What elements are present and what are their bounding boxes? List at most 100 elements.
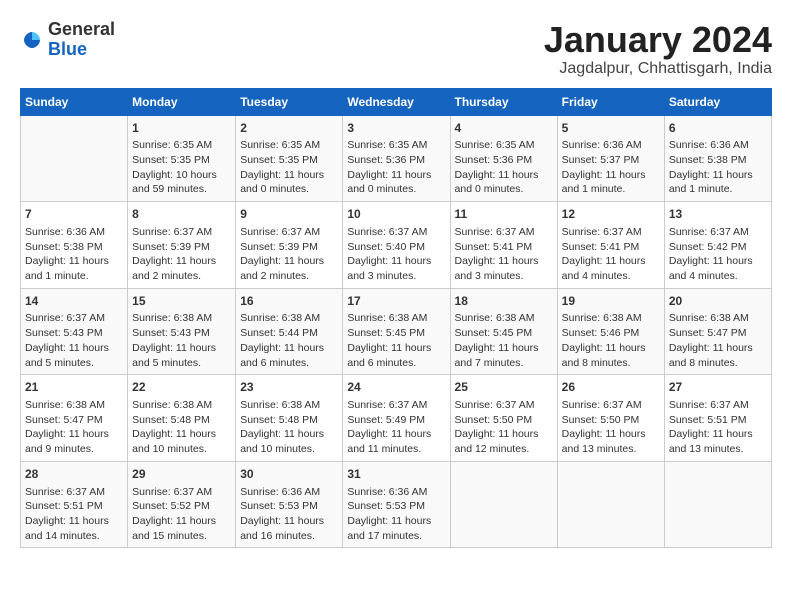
day-content: Sunrise: 6:38 AMSunset: 5:45 PMDaylight:… <box>455 311 553 370</box>
day-content: Sunrise: 6:37 AMSunset: 5:41 PMDaylight:… <box>562 225 660 284</box>
calendar-title: January 2024 <box>544 20 772 60</box>
week-row-1: 1Sunrise: 6:35 AMSunset: 5:35 PMDaylight… <box>21 115 772 202</box>
day-number: 20 <box>669 293 767 310</box>
calendar-cell <box>664 461 771 548</box>
calendar-cell: 20Sunrise: 6:38 AMSunset: 5:47 PMDayligh… <box>664 288 771 375</box>
day-content: Sunrise: 6:37 AMSunset: 5:50 PMDaylight:… <box>562 398 660 457</box>
day-number: 9 <box>240 206 338 223</box>
day-content: Sunrise: 6:38 AMSunset: 5:47 PMDaylight:… <box>25 398 123 457</box>
day-number: 10 <box>347 206 445 223</box>
day-content: Sunrise: 6:38 AMSunset: 5:43 PMDaylight:… <box>132 311 231 370</box>
day-number: 28 <box>25 466 123 483</box>
calendar-cell: 8Sunrise: 6:37 AMSunset: 5:39 PMDaylight… <box>128 202 236 289</box>
calendar-cell: 11 Sunrise: 6:37 AMSunset: 5:41 PMDayligh… <box>450 202 557 289</box>
week-row-4: 21Sunrise: 6:38 AMSunset: 5:47 PMDayligh… <box>21 375 772 462</box>
day-number: 2 <box>240 120 338 137</box>
day-number: 19 <box>562 293 660 310</box>
day-number: 11 <box>455 206 553 223</box>
calendar-cell: 31 Sunrise: 6:36 AMSunset: 5:53 PMDayligh… <box>343 461 450 548</box>
day-content: Sunrise: 6:35 AMSunset: 5:36 PMDaylight:… <box>347 138 445 197</box>
calendar-cell: 14Sunrise: 6:37 AMSunset: 5:43 PMDayligh… <box>21 288 128 375</box>
day-number: 26 <box>562 379 660 396</box>
day-number: 31 <box>347 466 445 483</box>
day-number: 14 <box>25 293 123 310</box>
day-content: Sunrise: 6:37 AMSunset: 5:51 PMDaylight:… <box>669 398 767 457</box>
day-content: Sunrise: 6:38 AMSunset: 5:48 PMDaylight:… <box>132 398 231 457</box>
day-content: Sunrise: 6:38 AMSunset: 5:45 PMDaylight:… <box>347 311 445 370</box>
logo: General Blue <box>20 20 115 60</box>
week-row-2: 7 Sunrise: 6:36 AMSunset: 5:38 PMDaylight… <box>21 202 772 289</box>
day-number: 24 <box>347 379 445 396</box>
week-row-5: 28 Sunrise: 6:37 AMSunset: 5:51 PMDayligh… <box>21 461 772 548</box>
calendar-cell: 27 Sunrise: 6:37 AMSunset: 5:51 PMDayligh… <box>664 375 771 462</box>
calendar-cell: 2Sunrise: 6:35 AMSunset: 5:35 PMDaylight… <box>236 115 343 202</box>
day-number: 7 <box>25 206 123 223</box>
title-area: January 2024 Jagdalpur, Chhattisgarh, In… <box>544 20 772 78</box>
logo-general: General <box>48 19 115 39</box>
calendar-cell: 3Sunrise: 6:35 AMSunset: 5:36 PMDaylight… <box>343 115 450 202</box>
col-header-wednesday: Wednesday <box>343 88 450 115</box>
calendar-cell: 21Sunrise: 6:38 AMSunset: 5:47 PMDayligh… <box>21 375 128 462</box>
day-content: Sunrise: 6:37 AMSunset: 5:41 PMDaylight:… <box>455 225 553 284</box>
day-number: 29 <box>132 466 231 483</box>
logo-icon <box>20 28 44 52</box>
day-number: 3 <box>347 120 445 137</box>
day-number: 18 <box>455 293 553 310</box>
calendar-cell: 9Sunrise: 6:37 AMSunset: 5:39 PMDaylight… <box>236 202 343 289</box>
calendar-cell <box>557 461 664 548</box>
week-row-3: 14Sunrise: 6:37 AMSunset: 5:43 PMDayligh… <box>21 288 772 375</box>
day-content: Sunrise: 6:35 AMSunset: 5:36 PMDaylight:… <box>455 138 553 197</box>
calendar-cell: 19Sunrise: 6:38 AMSunset: 5:46 PMDayligh… <box>557 288 664 375</box>
calendar-cell: 12 Sunrise: 6:37 AMSunset: 5:41 PMDayligh… <box>557 202 664 289</box>
day-content: Sunrise: 6:36 AMSunset: 5:53 PMDaylight:… <box>347 485 445 544</box>
calendar-cell: 24 Sunrise: 6:37 AMSunset: 5:49 PMDayligh… <box>343 375 450 462</box>
day-content: Sunrise: 6:38 AMSunset: 5:47 PMDaylight:… <box>669 311 767 370</box>
day-content: Sunrise: 6:37 AMSunset: 5:52 PMDaylight:… <box>132 485 231 544</box>
calendar-cell: 25Sunrise: 6:37 AMSunset: 5:50 PMDayligh… <box>450 375 557 462</box>
logo-blue: Blue <box>48 39 87 59</box>
day-content: Sunrise: 6:37 AMSunset: 5:50 PMDaylight:… <box>455 398 553 457</box>
calendar-cell: 7 Sunrise: 6:36 AMSunset: 5:38 PMDaylight… <box>21 202 128 289</box>
calendar-subtitle: Jagdalpur, Chhattisgarh, India <box>544 60 772 78</box>
calendar-cell: 22 Sunrise: 6:38 AMSunset: 5:48 PMDayligh… <box>128 375 236 462</box>
calendar-cell <box>450 461 557 548</box>
calendar-cell: 6Sunrise: 6:36 AMSunset: 5:38 PMDaylight… <box>664 115 771 202</box>
day-number: 13 <box>669 206 767 223</box>
day-content: Sunrise: 6:37 AMSunset: 5:42 PMDaylight:… <box>669 225 767 284</box>
calendar-cell: 18Sunrise: 6:38 AMSunset: 5:45 PMDayligh… <box>450 288 557 375</box>
calendar-cell: 10 Sunrise: 6:37 AMSunset: 5:40 PMDayligh… <box>343 202 450 289</box>
col-header-sunday: Sunday <box>21 88 128 115</box>
day-content: Sunrise: 6:36 AMSunset: 5:38 PMDaylight:… <box>669 138 767 197</box>
day-content: Sunrise: 6:35 AMSunset: 5:35 PMDaylight:… <box>132 138 231 197</box>
header-row: SundayMondayTuesdayWednesdayThursdayFrid… <box>21 88 772 115</box>
day-number: 6 <box>669 120 767 137</box>
col-header-tuesday: Tuesday <box>236 88 343 115</box>
day-content: Sunrise: 6:36 AMSunset: 5:37 PMDaylight:… <box>562 138 660 197</box>
calendar-cell: 29 Sunrise: 6:37 AMSunset: 5:52 PMDayligh… <box>128 461 236 548</box>
day-number: 30 <box>240 466 338 483</box>
col-header-friday: Friday <box>557 88 664 115</box>
day-content: Sunrise: 6:36 AMSunset: 5:53 PMDaylight:… <box>240 485 338 544</box>
day-content: Sunrise: 6:37 AMSunset: 5:39 PMDaylight:… <box>132 225 231 284</box>
day-content: Sunrise: 6:38 AMSunset: 5:44 PMDaylight:… <box>240 311 338 370</box>
day-number: 16 <box>240 293 338 310</box>
calendar-table: SundayMondayTuesdayWednesdayThursdayFrid… <box>20 88 772 549</box>
day-number: 1 <box>132 120 231 137</box>
day-content: Sunrise: 6:37 AMSunset: 5:43 PMDaylight:… <box>25 311 123 370</box>
day-number: 27 <box>669 379 767 396</box>
day-number: 22 <box>132 379 231 396</box>
day-content: Sunrise: 6:37 AMSunset: 5:49 PMDaylight:… <box>347 398 445 457</box>
day-number: 23 <box>240 379 338 396</box>
day-number: 5 <box>562 120 660 137</box>
calendar-cell: 1Sunrise: 6:35 AMSunset: 5:35 PMDaylight… <box>128 115 236 202</box>
calendar-cell: 23Sunrise: 6:38 AMSunset: 5:48 PMDayligh… <box>236 375 343 462</box>
calendar-cell: 28 Sunrise: 6:37 AMSunset: 5:51 PMDayligh… <box>21 461 128 548</box>
day-number: 12 <box>562 206 660 223</box>
day-content: Sunrise: 6:36 AMSunset: 5:38 PMDaylight:… <box>25 225 123 284</box>
calendar-cell: 5Sunrise: 6:36 AMSunset: 5:37 PMDaylight… <box>557 115 664 202</box>
day-number: 15 <box>132 293 231 310</box>
calendar-cell: 30 Sunrise: 6:36 AMSunset: 5:53 PMDayligh… <box>236 461 343 548</box>
day-content: Sunrise: 6:37 AMSunset: 5:40 PMDaylight:… <box>347 225 445 284</box>
day-content: Sunrise: 6:35 AMSunset: 5:35 PMDaylight:… <box>240 138 338 197</box>
day-content: Sunrise: 6:37 AMSunset: 5:51 PMDaylight:… <box>25 485 123 544</box>
